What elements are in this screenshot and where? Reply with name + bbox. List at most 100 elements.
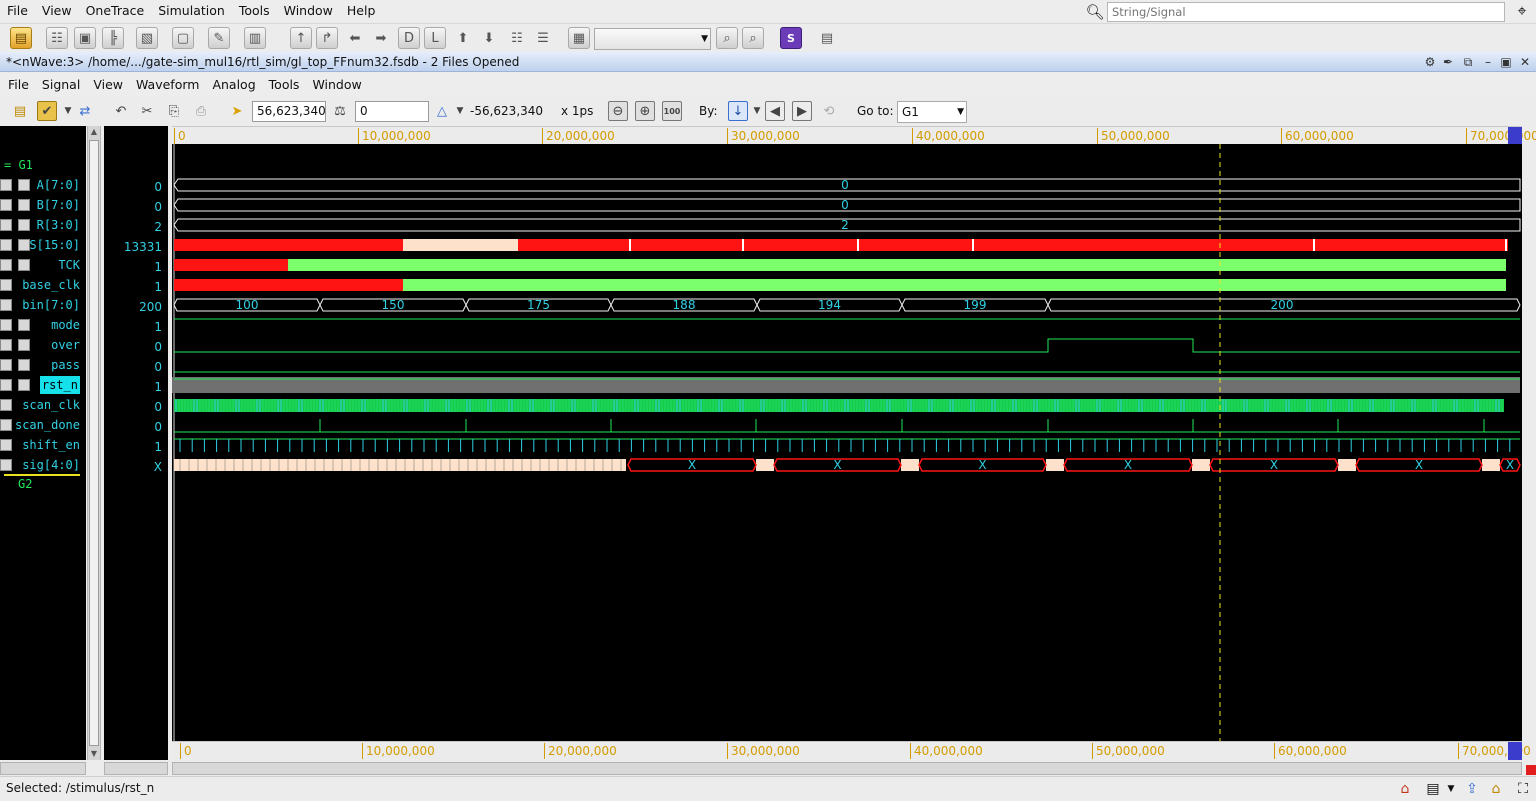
upload-icon[interactable]: ⇪: [1463, 780, 1481, 798]
menu-tools[interactable]: Tools: [232, 0, 277, 22]
open-folder-icon[interactable]: ▤: [10, 27, 32, 49]
toolbar-combo[interactable]: ▼: [594, 28, 711, 50]
nwave-menu-view[interactable]: View: [85, 74, 128, 96]
back-icon[interactable]: ⟲: [819, 101, 839, 121]
signal-row[interactable]: mode: [0, 316, 86, 334]
load-icon[interactable]: L: [424, 27, 446, 49]
search-by-dropdown-icon[interactable]: ▼: [747, 101, 767, 121]
signal-row[interactable]: base_clk: [0, 276, 86, 294]
signal-row[interactable]: bin[7:0]: [0, 296, 86, 314]
find-next-icon[interactable]: ⌕: [742, 27, 764, 49]
scroll-thumb[interactable]: [89, 140, 99, 746]
search-icon[interactable]: 🔍︎: [1085, 2, 1105, 22]
copy-icon[interactable]: ⎘: [164, 101, 184, 121]
edit-icon[interactable]: ✎: [208, 27, 230, 49]
zoom-out-icon[interactable]: ⊖: [608, 101, 628, 121]
driver-icon[interactable]: D: [398, 27, 420, 49]
target-icon[interactable]: ⌖: [1512, 1, 1532, 21]
scroll-down-icon[interactable]: ▼: [88, 748, 100, 760]
menu-window[interactable]: Window: [277, 0, 340, 22]
open-folder-icon[interactable]: ▤: [10, 101, 30, 121]
cursor-time-field[interactable]: 56,623,340: [252, 101, 326, 122]
zoom-fit-icon[interactable]: 100: [662, 101, 682, 121]
close-icon[interactable]: ✕: [1517, 52, 1533, 72]
signal-panel-scrollbar[interactable]: ▲ ▼: [87, 126, 101, 760]
flow-icon[interactable]: ▧: [136, 27, 158, 49]
signal-row[interactable]: S[15:0]: [0, 236, 86, 254]
pin-icon[interactable]: ✒: [1440, 52, 1456, 72]
forward-trace-icon[interactable]: ↱: [316, 27, 338, 49]
save-icon[interactable]: ✔: [37, 101, 57, 121]
signal-row[interactable]: sig[4:0]: [0, 456, 86, 474]
nwave-menu-signal[interactable]: Signal: [34, 74, 85, 96]
tree-up-icon[interactable]: ⌂: [1487, 780, 1505, 798]
prev-edge-icon[interactable]: ◀: [765, 101, 785, 121]
minimize-icon[interactable]: –: [1480, 52, 1496, 72]
signal-row[interactable]: R[3:0]: [0, 216, 86, 234]
menu-onetrace[interactable]: OneTrace: [79, 0, 152, 22]
search-input[interactable]: [1107, 1, 1505, 22]
arrow-left-icon[interactable]: ⬅: [344, 27, 366, 49]
signal-row[interactable]: B[7:0]: [0, 196, 86, 214]
zoom-in-icon[interactable]: ⊕: [635, 101, 655, 121]
verdi-icon[interactable]: S: [780, 27, 802, 49]
nwave-menu-waveform[interactable]: Waveform: [128, 74, 204, 96]
schematic-icon[interactable]: ▣: [74, 27, 96, 49]
cut-icon[interactable]: ✂: [137, 101, 157, 121]
filter-icon[interactable]: ▦: [568, 27, 590, 49]
settings-icon[interactable]: ⚙: [1422, 52, 1438, 72]
time-ruler-top[interactable]: 0 10,000,000 20,000,000 30,000,000 40,00…: [172, 126, 1536, 145]
menu-file[interactable]: File: [0, 0, 35, 22]
signal-row[interactable]: TCK: [0, 256, 86, 274]
signal-row[interactable]: A[7:0]: [0, 176, 86, 194]
export-icon[interactable]: ▤: [816, 27, 838, 49]
connect-icon[interactable]: ☷: [506, 27, 528, 49]
reload-icon[interactable]: ⇄: [75, 101, 95, 121]
pointer-icon[interactable]: ➤: [227, 101, 247, 121]
arrow-down-icon[interactable]: ⬇: [478, 27, 500, 49]
split-icon[interactable]: ☰: [532, 27, 554, 49]
signal-row[interactable]: scan_done: [0, 416, 86, 434]
delta-dropdown-icon[interactable]: ▼: [450, 101, 470, 121]
back-trace-icon[interactable]: ↑: [290, 27, 312, 49]
signal-row[interactable]: rst_n: [0, 376, 86, 394]
wave-hscroll[interactable]: [172, 762, 1522, 775]
value-hscroll[interactable]: [104, 762, 168, 775]
signal-row[interactable]: scan_clk: [0, 396, 86, 414]
search-by-icon[interactable]: ↓: [728, 101, 748, 121]
signal-row[interactable]: over: [0, 336, 86, 354]
delta-icon[interactable]: △: [432, 101, 452, 121]
menu-simulation[interactable]: Simulation: [151, 0, 232, 22]
group-g1[interactable]: = G1: [4, 158, 33, 172]
marker-time-field[interactable]: 0: [355, 101, 429, 122]
fullscreen-icon[interactable]: ⛶: [1514, 780, 1532, 798]
scroll-up-icon[interactable]: ▲: [88, 126, 100, 138]
arrow-up-icon[interactable]: ⬆: [452, 27, 474, 49]
menu-help[interactable]: Help: [340, 0, 383, 22]
layout-dropdown-icon[interactable]: ▼: [1442, 780, 1460, 798]
folder-icon[interactable]: ▢: [172, 27, 194, 49]
marker-icon[interactable]: ⚖: [330, 101, 350, 121]
undo-icon[interactable]: ↶: [111, 101, 131, 121]
goto-select[interactable]: G1 ▼: [897, 101, 967, 123]
paste-icon[interactable]: ⎙: [191, 101, 211, 121]
group-g2[interactable]: G2: [18, 477, 32, 491]
nwave-menu-analog[interactable]: Analog: [204, 74, 260, 96]
nwave-menu-file[interactable]: File: [0, 74, 34, 96]
find-icon[interactable]: ⌕: [716, 27, 738, 49]
nwave-menu-window[interactable]: Window: [304, 74, 366, 96]
home-icon[interactable]: ⌂: [1396, 780, 1414, 798]
signal-row[interactable]: pass: [0, 356, 86, 374]
nwave-menu-tools[interactable]: Tools: [261, 74, 305, 96]
waveform-canvas[interactable]: 0 0 2 100 150 175 188 194 199 200 X X X X X X X: [172, 144, 1522, 741]
tree-icon[interactable]: ╠: [102, 27, 124, 49]
hierarchy-icon[interactable]: ☷: [46, 27, 68, 49]
signal-hscroll[interactable]: [0, 762, 86, 775]
arrow-right-icon[interactable]: ➡: [370, 27, 392, 49]
undock-icon[interactable]: ⧉: [1460, 52, 1476, 72]
layout-icon[interactable]: ▤: [1424, 780, 1442, 798]
waveform-svg[interactable]: 0 0 2 100 150 175 188 194 199 200 X X X X X X X: [172, 144, 1522, 741]
restore-icon[interactable]: ▣: [1498, 52, 1514, 72]
time-ruler-bottom[interactable]: 0 10,000,000 20,000,000 30,000,000 40,00…: [172, 741, 1531, 760]
next-edge-icon[interactable]: ▶: [792, 101, 812, 121]
